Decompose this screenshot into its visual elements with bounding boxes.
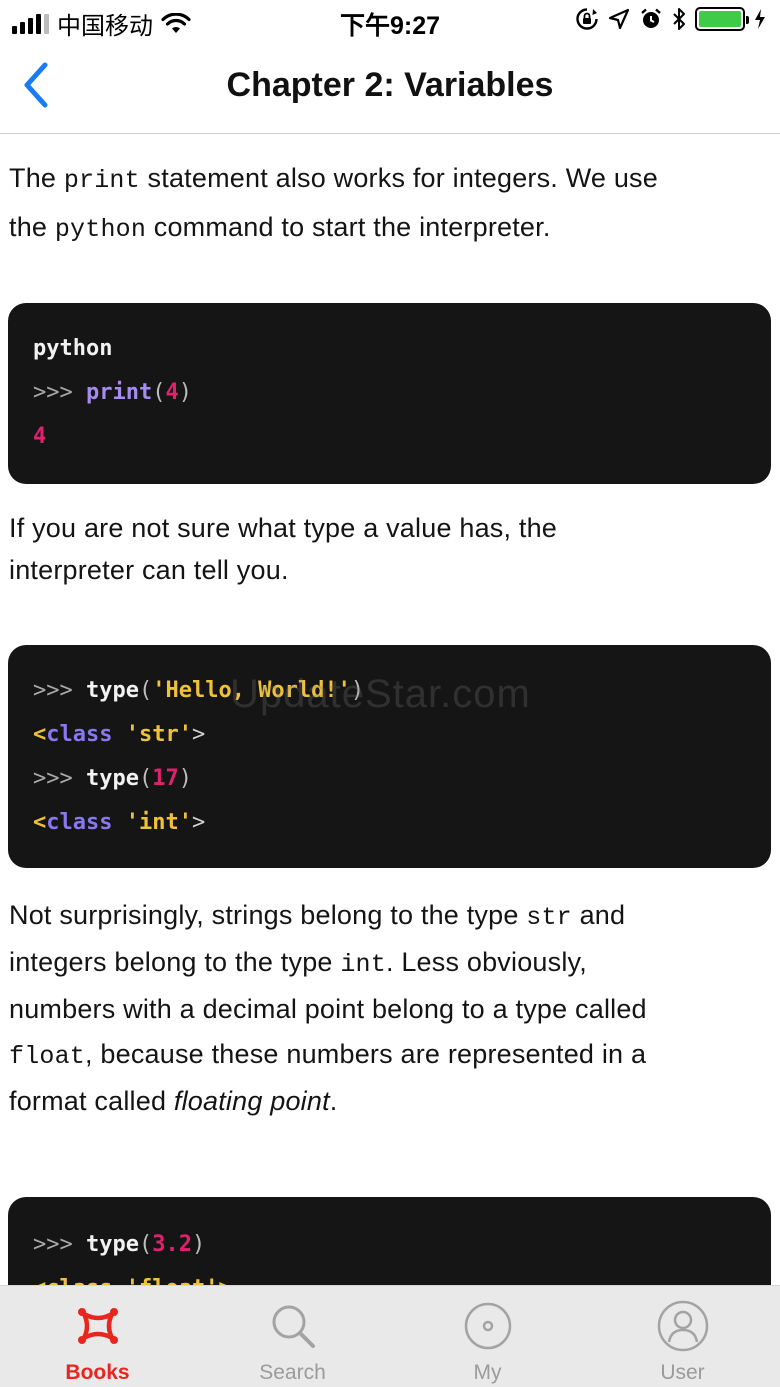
code-function: type [85, 1232, 139, 1257]
code-function: type [85, 766, 139, 791]
paragraph-types-explained: Not surprisingly, strings belong to the … [9, 893, 769, 1124]
paragraph-line: float, because these numbers are represe… [9, 1032, 769, 1079]
text-span: . Less obviously, [385, 947, 587, 977]
code-punct: > [191, 722, 206, 747]
text-span: . [329, 1086, 338, 1116]
code-prompt: >>> [33, 380, 86, 405]
alarm-icon [641, 8, 661, 28]
charging-bolt-icon [755, 9, 765, 29]
code-paren: ( [138, 766, 153, 791]
code-function: type [85, 678, 139, 703]
code-output-partial: <class 'float'> [33, 1276, 232, 1285]
code-string: 'int' [125, 810, 192, 835]
text-span: and [571, 900, 626, 930]
text-span: numbers with a decimal point belong to a… [9, 994, 647, 1024]
battery-icon [695, 7, 749, 31]
code-punct: < [33, 810, 47, 835]
paragraph-line: numbers with a decimal point belong to a… [9, 987, 769, 1032]
chapter-content[interactable]: The print statement also works for integ… [0, 135, 780, 1285]
code-number: 4 [165, 380, 179, 405]
paragraph-line: integers belong to the type int. Less ob… [9, 940, 769, 987]
code-prompt: >>> [33, 766, 86, 791]
code-prompt: >>> [33, 678, 86, 703]
tab-label: User [660, 1361, 705, 1384]
code-paren: ) [178, 766, 192, 791]
code-output: 4 [33, 424, 47, 449]
code-paren: ) [191, 1232, 206, 1257]
code-line: >>> type('Hello, World!') [33, 669, 771, 713]
bluetooth-icon [673, 8, 685, 30]
code-block-float[interactable]: >>> type(3.2) <class 'float'> [8, 1197, 771, 1285]
code-number: 3.2 [152, 1232, 192, 1257]
emphasis-text: floating point [173, 1086, 330, 1116]
code-line: <class 'float'> [33, 1267, 771, 1285]
code-paren: ) [178, 380, 192, 405]
paragraph-line: Not surprisingly, strings belong to the … [9, 893, 769, 940]
rotation-lock-icon [576, 8, 598, 30]
code-keyword: class [46, 810, 113, 835]
code-punct: < [33, 722, 47, 747]
paragraph-type-intro: If you are not sure what type a value ha… [9, 507, 769, 591]
paragraph-line: The print statement also works for integ… [9, 155, 769, 204]
code-block-type[interactable]: >>> type('Hello, World!') <class 'str'> … [8, 645, 771, 868]
location-icon [608, 8, 630, 30]
text-span: integers belong to the type [9, 947, 341, 977]
code-number: 17 [152, 766, 179, 791]
code-line: <class 'int'> [33, 801, 771, 845]
code-paren: ( [152, 380, 166, 405]
tab-books[interactable]: Books [0, 1286, 195, 1387]
tab-search[interactable]: Search [195, 1286, 390, 1387]
page-title: Chapter 2: Variables [226, 66, 554, 104]
inline-code: python [54, 215, 147, 244]
code-string: 'Hello, World!' [152, 678, 351, 703]
paragraph-line: the python command to start the interpre… [9, 204, 769, 253]
text-span: statement also works for integers. We us… [139, 163, 658, 193]
inline-code: float [9, 1042, 86, 1071]
code-keyword: class [46, 722, 113, 747]
paragraph-line: format called floating point. [9, 1079, 769, 1124]
user-icon [657, 1300, 708, 1352]
code-line: 4 [33, 415, 771, 459]
inline-code: int [340, 950, 386, 979]
paragraph-print-integers: The print statement also works for integ… [9, 155, 769, 253]
text-span: format called [9, 1086, 174, 1116]
tab-label: My [473, 1361, 502, 1384]
code-paren: ( [138, 678, 153, 703]
disc-icon [464, 1302, 511, 1350]
code-string: 'str' [125, 722, 192, 747]
code-paren: ( [138, 1232, 153, 1257]
paragraph-line: interpreter can tell you. [9, 555, 289, 585]
code-line: python [33, 327, 771, 371]
text-span: , because these numbers are represented … [85, 1039, 647, 1069]
code-prompt: >>> [33, 1232, 86, 1257]
status-right [575, 7, 766, 31]
tab-user[interactable]: User [585, 1286, 780, 1387]
code-paren: ) [350, 678, 365, 703]
text-span: Not surprisingly, strings belong to the … [9, 900, 527, 930]
code-command: python [33, 336, 113, 361]
navigation-bar: Chapter 2: Variables [0, 40, 780, 134]
tab-label: Books [65, 1361, 130, 1384]
tab-my[interactable]: My [390, 1286, 585, 1387]
inline-code: str [526, 903, 572, 932]
paragraph-line: If you are not sure what type a value ha… [9, 513, 558, 543]
code-line: >>> print(4) [33, 371, 771, 415]
code-block-print[interactable]: python >>> print(4) 4 [8, 303, 771, 484]
text-span: the [9, 212, 55, 242]
tab-bar: Books Search My User [0, 1285, 780, 1387]
tab-label: Search [259, 1361, 326, 1384]
code-function: print [85, 380, 153, 405]
books-icon [77, 1308, 118, 1344]
code-line: >>> type(17) [33, 757, 771, 801]
inline-code: print [63, 166, 140, 195]
text-span: command to start the interpreter. [146, 212, 551, 242]
code-line: >>> type(3.2) [33, 1223, 771, 1267]
search-icon [272, 1305, 315, 1348]
text-span: The [9, 163, 64, 193]
status-bar: 中国移动 下午9:27 [0, 0, 780, 40]
code-line: <class 'str'> [33, 713, 771, 757]
code-punct: > [191, 810, 206, 835]
